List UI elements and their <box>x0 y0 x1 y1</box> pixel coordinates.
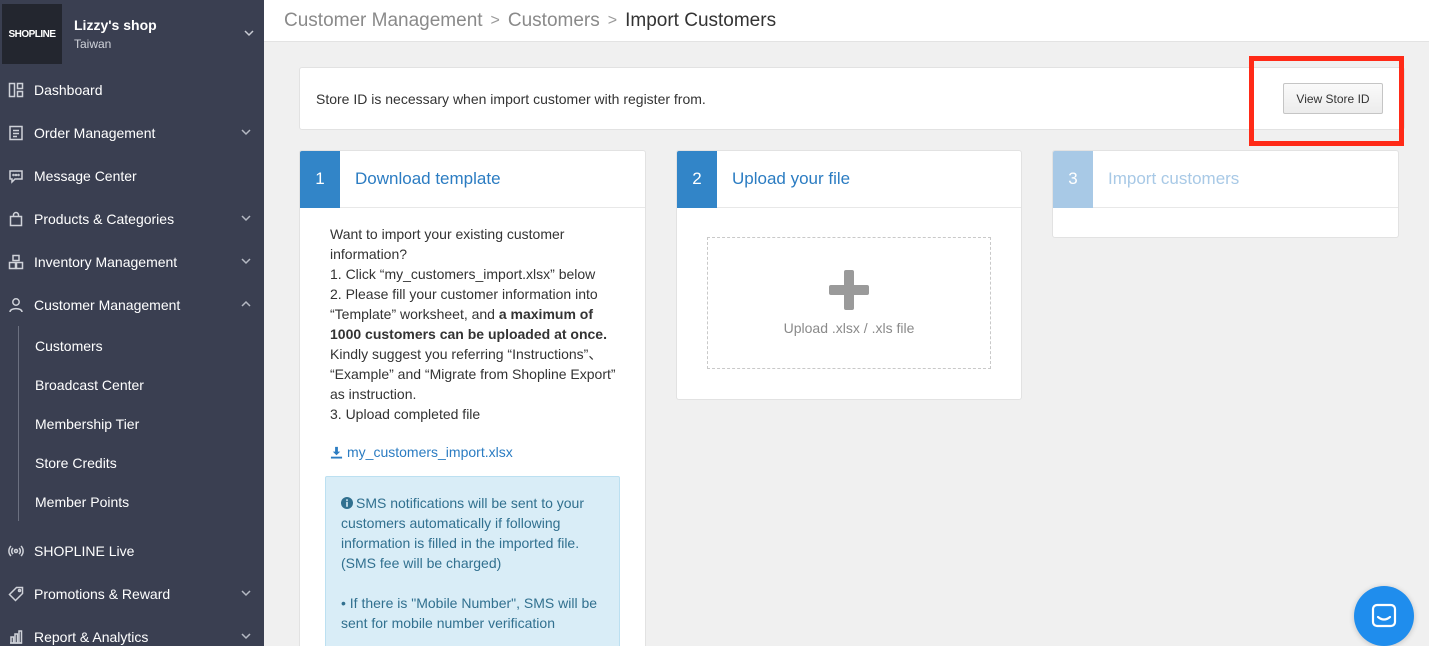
chevron-down-icon <box>240 629 252 645</box>
sidebar-item-shopline-live[interactable]: SHOPLINE Live <box>0 529 264 572</box>
sidebar-item-label: Message Center <box>34 167 137 184</box>
tag-icon <box>8 586 24 602</box>
boxes-icon <box>8 254 24 270</box>
sidebar-item-label: Promotions & Reward <box>34 585 171 602</box>
sidebar-item-store-credits[interactable]: Store Credits <box>35 443 264 482</box>
chart-icon <box>8 629 24 645</box>
sms-notice-text: SMS notifications will be sent to your c… <box>341 495 584 571</box>
sidebar-nav: Dashboard Order Management Message Cente… <box>0 68 264 646</box>
step-upload-file: 2 Upload your file Upload .xlsx / .xls f… <box>676 150 1022 400</box>
sidebar-item-report-analytics[interactable]: Report & Analytics <box>0 615 264 646</box>
sidebar-item-label: Inventory Management <box>34 253 178 270</box>
instructions-step2: 2. Please fill your customer information… <box>330 284 621 404</box>
chevron-down-icon <box>240 586 252 602</box>
template-download-link[interactable]: my_customers_import.xlsx <box>330 444 645 460</box>
sidebar-item-order-management[interactable]: Order Management <box>0 111 264 154</box>
sidebar-item-customer-management[interactable]: Customer Management <box>0 283 264 326</box>
sidebar-item-label: Report & Analytics <box>34 628 149 645</box>
instructions-step1: 1. Click “my_customers_import.xlsx” belo… <box>330 266 596 282</box>
dropzone-label: Upload .xlsx / .xls file <box>783 320 915 336</box>
sidebar-item-label: Products & Categories <box>34 210 175 227</box>
sidebar-item-message-center[interactable]: Message Center <box>0 154 264 197</box>
step-number: 3 <box>1053 151 1093 208</box>
breadcrumb-customer-management[interactable]: Customer Management <box>284 10 483 32</box>
step-number: 1 <box>300 151 340 208</box>
sidebar-item-inventory-management[interactable]: Inventory Management <box>0 240 264 283</box>
sms-notice: SMS notifications will be sent to your c… <box>341 493 604 573</box>
sidebar-item-member-points[interactable]: Member Points <box>35 482 264 521</box>
sidebar: SHOPLINE Lizzy's shop Taiwan Dashboard O… <box>0 0 264 646</box>
step-header: 3 Import customers <box>1053 151 1398 208</box>
template-instructions: Want to import your existing customer in… <box>300 208 645 424</box>
shop-switcher[interactable]: SHOPLINE Lizzy's shop Taiwan <box>0 0 264 68</box>
chevron-down-icon[interactable] <box>234 27 264 42</box>
plus-icon <box>829 270 869 310</box>
breadcrumb-separator: > <box>490 11 500 29</box>
sms-bullet: • If there is "Mobile Number", SMS will … <box>341 595 598 631</box>
store-id-notice: Store ID is necessary when import custom… <box>299 67 1405 130</box>
file-dropzone[interactable]: Upload .xlsx / .xls file <box>707 237 991 369</box>
step-header: 1 Download template <box>300 151 645 208</box>
breadcrumb-separator: > <box>607 11 618 29</box>
download-link-label: my_customers_import.xlsx <box>347 444 513 460</box>
instructions-step3: 3. Upload completed file <box>330 406 481 422</box>
step-header: 2 Upload your file <box>677 151 1021 208</box>
step-import-customers: 3 Import customers <box>1052 150 1399 238</box>
shopping-bag-icon <box>8 211 24 227</box>
broadcast-icon <box>8 543 24 559</box>
customer-management-subnav: Customers Broadcast Center Membership Ti… <box>18 326 264 521</box>
chat-support-button[interactable] <box>1354 586 1414 646</box>
download-icon <box>330 446 343 459</box>
sidebar-item-dashboard[interactable]: Dashboard <box>0 68 264 111</box>
sidebar-item-label: Order Management <box>34 124 156 141</box>
view-store-id-button[interactable]: View Store ID <box>1283 83 1383 114</box>
shop-info: Lizzy's shop Taiwan <box>74 17 234 51</box>
chevron-down-icon <box>240 211 252 227</box>
sidebar-item-promotions-reward[interactable]: Promotions & Reward <box>0 572 264 615</box>
instructions-step2-post: Kindly suggest you referring “Instructio… <box>330 346 616 402</box>
chevron-down-icon <box>240 254 252 270</box>
sms-info-alert: SMS notifications will be sent to your c… <box>325 476 620 646</box>
sidebar-item-customers[interactable]: Customers <box>35 326 264 365</box>
info-circle-icon <box>341 497 353 509</box>
sidebar-item-membership-tier[interactable]: Membership Tier <box>35 404 264 443</box>
sidebar-item-broadcast-center[interactable]: Broadcast Center <box>35 365 264 404</box>
sidebar-item-label: SHOPLINE Live <box>34 542 135 559</box>
chevron-up-icon <box>240 297 252 313</box>
clipboard-icon <box>8 125 24 141</box>
breadcrumb-customers[interactable]: Customers <box>508 10 600 32</box>
instructions-intro: Want to import your existing customer in… <box>330 226 565 262</box>
shop-name: Lizzy's shop <box>74 17 157 33</box>
chevron-down-icon <box>240 125 252 141</box>
sidebar-item-products-categories[interactable]: Products & Categories <box>0 197 264 240</box>
step-number: 2 <box>677 151 717 208</box>
user-icon <box>8 297 24 313</box>
sidebar-item-label: Dashboard <box>34 81 103 98</box>
shop-logo: SHOPLINE <box>2 4 62 64</box>
shop-region: Taiwan <box>74 37 112 51</box>
dashboard-icon <box>8 82 24 98</box>
step-title: Download template <box>355 169 501 188</box>
step-title: Import customers <box>1108 169 1240 188</box>
page-title: Import Customers <box>625 9 777 31</box>
breadcrumb: Customer Management > Customers > Import… <box>264 0 1429 42</box>
chat-icon <box>1371 603 1397 628</box>
chat-bubble-icon <box>8 168 24 184</box>
store-id-notice-text: Store ID is necessary when import custom… <box>316 90 706 107</box>
step-download-template: 1 Download template Want to import your … <box>299 150 646 646</box>
sidebar-item-label: Customer Management <box>34 296 181 313</box>
step-title: Upload your file <box>732 169 851 188</box>
